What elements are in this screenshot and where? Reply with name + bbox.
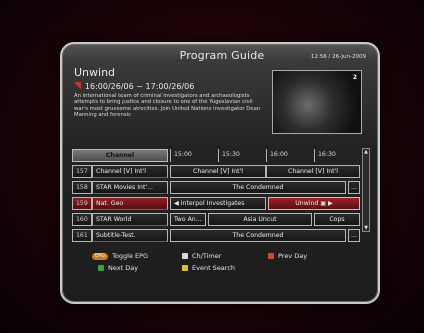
time-slot-3: 16:00 — [266, 149, 314, 162]
program-cell-more[interactable]: ... — [348, 181, 360, 194]
program-info-panel: Unwind ◥ 16:00/26/06 ~ 17:00/26/06 An in… — [74, 66, 264, 119]
channel-number: 157 — [72, 165, 92, 178]
white-key-icon — [182, 253, 188, 259]
selected-program-cell[interactable]: Unwind ▣ ▶ — [268, 197, 360, 210]
event-search-hint[interactable]: Event Search — [182, 264, 235, 272]
toggle-epg-hint[interactable]: EPG Toggle EPG — [92, 252, 148, 260]
next-day-label: Next Day — [108, 264, 139, 272]
program-time: 16:00/26/06 ~ 17:00/26/06 — [84, 81, 195, 91]
program-cell[interactable]: Channel [V] Int'l — [170, 165, 266, 178]
channel-number: 161 — [72, 229, 92, 242]
channel-name[interactable]: Nat. Geo — [92, 197, 168, 210]
program-cell[interactable]: Cops — [314, 213, 360, 226]
epg-badge: EPG — [92, 252, 109, 260]
program-cell[interactable]: The Condemned — [170, 229, 346, 242]
program-cell[interactable]: Two An... — [170, 213, 206, 226]
program-guide-window: Program Guide 12:56 / 26-Jun-2009 Unwind… — [60, 42, 380, 304]
program-time-row: ◥ 16:00/26/06 ~ 17:00/26/06 — [74, 81, 264, 91]
program-cell[interactable]: Asia Uncut — [208, 213, 312, 226]
reminder-icon: ◥ — [74, 81, 81, 91]
red-key-icon — [268, 253, 274, 259]
channel-number: 158 — [72, 181, 92, 194]
channel-number: 159 — [72, 197, 92, 210]
program-cell[interactable]: The Condemned — [170, 181, 346, 194]
channel-name[interactable]: Subtitle-Test. — [92, 229, 168, 242]
grid-scrollbar[interactable]: ▲ ▼ — [362, 148, 370, 232]
program-cell[interactable]: ◀ Interpol Investigates — [170, 197, 266, 210]
time-slot-2: 15:30 — [218, 149, 266, 162]
next-day-hint[interactable]: Next Day — [98, 264, 138, 272]
channel-row-158[interactable]: 158 STAR Movies Int'... The Condemned ..… — [72, 180, 368, 195]
grid-header-row: Channel 15:00 15:30 16:00 16:30 — [72, 148, 368, 163]
channel-row-160[interactable]: 160 STAR World Two An... Asia Uncut Cops — [72, 212, 368, 227]
ch-timer-label: Ch/Timer — [192, 252, 222, 260]
reminder-icon: ▣ — [320, 200, 326, 207]
prev-day-hint[interactable]: Prev Day — [268, 252, 307, 260]
channel-header: Channel — [72, 149, 168, 162]
page-title: Program Guide — [179, 49, 265, 62]
time-slot-4: 16:30 — [314, 149, 360, 162]
preview-channel-number: 2 — [352, 74, 357, 81]
program-title: Interpol Investigates — [180, 200, 245, 207]
channel-name[interactable]: STAR World — [92, 213, 168, 226]
program-cell[interactable]: Channel [V] Int'l — [266, 165, 360, 178]
channel-row-157[interactable]: 157 Channel [V] Int'l Channel [V] Int'l … — [72, 164, 368, 179]
program-cell-more[interactable]: ... — [348, 229, 360, 242]
video-preview: 2 — [272, 70, 362, 134]
ch-timer-hint[interactable]: Ch/Timer — [182, 252, 221, 260]
channel-row-161[interactable]: 161 Subtitle-Test. The Condemned ... — [72, 228, 368, 243]
program-name: Unwind — [74, 66, 116, 79]
scroll-left-icon: ◀ — [174, 200, 179, 207]
program-title: Unwind — [295, 200, 319, 207]
channel-number: 160 — [72, 213, 92, 226]
yellow-key-icon — [182, 265, 188, 271]
time-slot-1: 15:00 — [170, 149, 218, 162]
scroll-down-icon[interactable]: ▼ — [363, 225, 369, 231]
clock-display: 12:56 / 26-Jun-2009 — [310, 54, 366, 60]
scroll-right-icon: ▶ — [327, 200, 333, 207]
green-key-icon — [98, 265, 104, 271]
scroll-up-icon[interactable]: ▲ — [363, 149, 369, 155]
prev-day-label: Prev Day — [278, 252, 308, 260]
channel-row-159[interactable]: 159 Nat. Geo ◀ Interpol Investigates Unw… — [72, 196, 368, 211]
program-description: An international team of criminal invest… — [74, 93, 261, 119]
event-search-label: Event Search — [192, 264, 236, 272]
channel-name[interactable]: Channel [V] Int'l — [92, 165, 168, 178]
toggle-epg-label: Toggle EPG — [112, 252, 149, 260]
channel-name[interactable]: STAR Movies Int'... — [92, 181, 168, 194]
footer-hints: EPG Toggle EPG Ch/Timer Prev Day Next Da… — [62, 250, 378, 290]
